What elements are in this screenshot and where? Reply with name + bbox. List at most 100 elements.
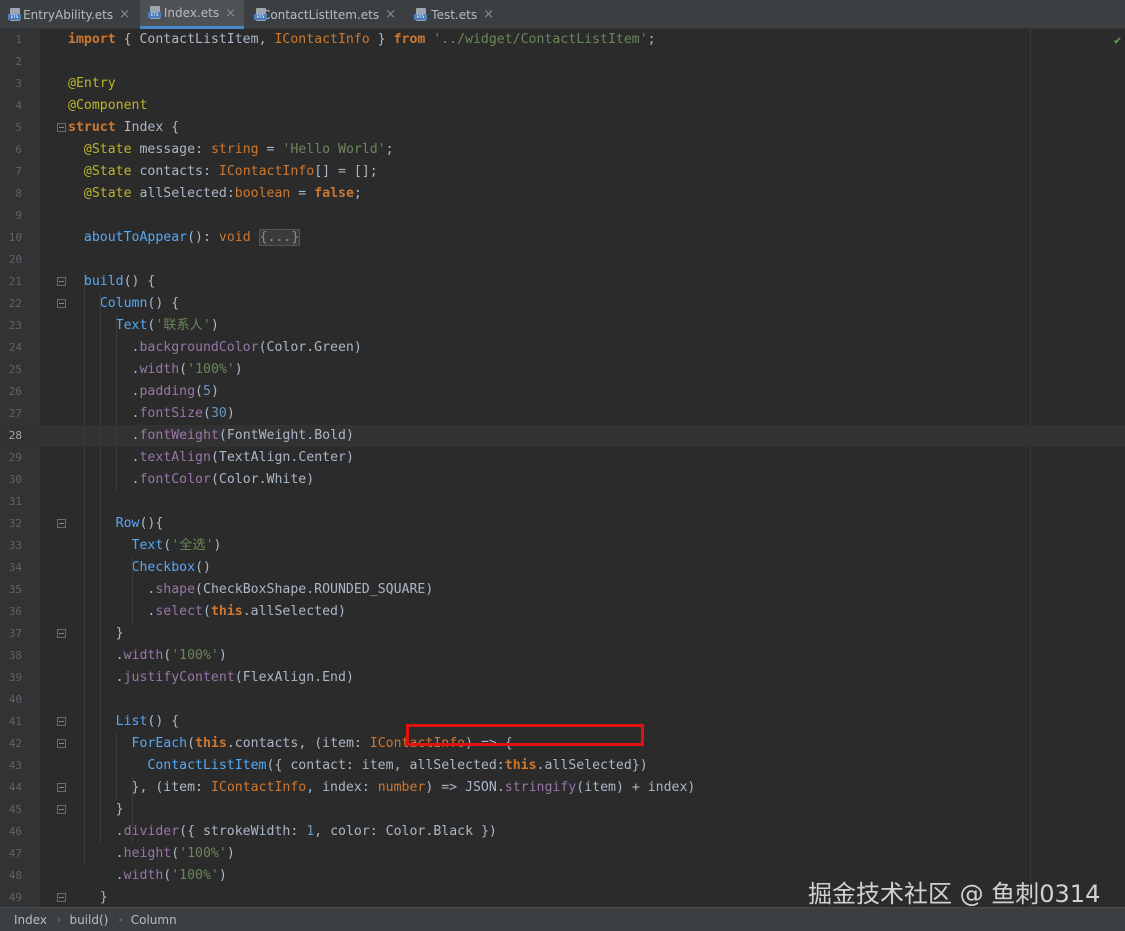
line-number: 32	[8, 517, 22, 530]
line-number: 9	[15, 209, 22, 222]
fold-icon[interactable]	[57, 277, 66, 286]
line-number: 24	[8, 341, 22, 354]
code-line[interactable]: 38 .width('100%')	[0, 645, 1125, 667]
code-line[interactable]: 1 import { ContactListItem, IContactInfo …	[0, 29, 1125, 51]
line-number: 42	[8, 737, 22, 750]
code-text: Text('全选')	[131, 538, 222, 553]
indent-guide	[84, 271, 85, 865]
line-number: 23	[8, 319, 22, 332]
code-text: build() {	[83, 274, 156, 289]
tab-index[interactable]: ETS Index.ets ×	[140, 0, 244, 29]
line-number: 34	[8, 561, 22, 574]
code-line[interactable]: 46 .divider({ strokeWidth: 1, color: Col…	[0, 821, 1125, 843]
code-text: @State contacts: IContactInfo[] = [];	[83, 164, 378, 179]
line-number: 26	[8, 385, 22, 398]
code-text: @State allSelected:boolean = false;	[83, 186, 362, 201]
code-line[interactable]: 40	[0, 689, 1125, 711]
code-text: .fontColor(Color.White)	[68, 472, 315, 487]
code-line[interactable]: 21 build() {	[0, 271, 1125, 293]
ets-file-icon: ETS	[148, 6, 161, 20]
fold-icon[interactable]	[57, 893, 66, 902]
code-text: @Component	[68, 98, 148, 113]
breadcrumb-item-column[interactable]: Column	[131, 913, 177, 927]
editor-tab-bar: ETS EntryAbility.ets × ETS Index.ets × E…	[0, 0, 1125, 29]
fold-icon[interactable]	[57, 299, 66, 308]
code-line[interactable]: 3 @Entry	[0, 73, 1125, 95]
code-line[interactable]: 47 .height('100%')	[0, 843, 1125, 865]
code-line[interactable]: 5 struct Index {	[0, 117, 1125, 139]
line-number: 46	[8, 825, 22, 838]
code-line[interactable]: 43 ContactListItem({ contact: item, allS…	[0, 755, 1125, 777]
code-line[interactable]: 29 .textAlign(TextAlign.Center)	[0, 447, 1125, 469]
code-line[interactable]: 37 }	[0, 623, 1125, 645]
code-text: }	[68, 626, 124, 641]
code-line[interactable]: 2	[0, 51, 1125, 73]
line-number: 25	[8, 363, 22, 376]
code-line[interactable]: 35 .shape(CheckBoxShape.ROUNDED_SQUARE)	[0, 579, 1125, 601]
fold-icon[interactable]	[57, 629, 66, 638]
code-line[interactable]: 26 .padding(5)	[0, 381, 1125, 403]
close-icon[interactable]: ×	[119, 7, 130, 22]
check-icon[interactable]: ✔	[1114, 33, 1121, 47]
code-line[interactable]: 34 Checkbox()	[0, 557, 1125, 579]
code-text: .justifyContent(FlexAlign.End)	[68, 670, 354, 685]
close-icon[interactable]: ×	[225, 6, 236, 21]
code-line[interactable]: 8 @State allSelected:boolean = false;	[0, 183, 1125, 205]
code-line[interactable]: 7 @State contacts: IContactInfo[] = [];	[0, 161, 1125, 183]
code-editor[interactable]: 1 import { ContactListItem, IContactInfo …	[0, 29, 1125, 907]
ets-file-icon: ETS	[414, 7, 427, 22]
code-line[interactable]: 23 Text('联系人')	[0, 315, 1125, 337]
line-number: 28	[8, 429, 22, 442]
annotation-highlight-box	[406, 724, 644, 746]
fold-icon[interactable]	[57, 123, 66, 132]
code-line[interactable]: 24 .backgroundColor(Color.Green)	[0, 337, 1125, 359]
code-line[interactable]: 32 Row(){	[0, 513, 1125, 535]
chevron-right-icon: ›	[57, 913, 62, 926]
code-line[interactable]: 20	[0, 249, 1125, 271]
line-number: 41	[8, 715, 22, 728]
tab-test[interactable]: ETS Test.ets ×	[406, 0, 502, 29]
line-number: 21	[8, 275, 22, 288]
fold-icon[interactable]	[57, 805, 66, 814]
code-line[interactable]: 6 @State message: string = 'Hello World'…	[0, 139, 1125, 161]
breadcrumb-item-build[interactable]: build()	[69, 913, 108, 927]
code-line[interactable]: 31	[0, 491, 1125, 513]
code-line[interactable]: 10 aboutToAppear(): void {...}	[0, 227, 1125, 249]
code-line[interactable]: 28 .fontWeight(FontWeight.Bold)	[0, 425, 1125, 447]
code-text: }	[68, 802, 124, 817]
code-text: struct Index {	[68, 120, 180, 135]
code-line[interactable]: 36 .select(this.allSelected)	[0, 601, 1125, 623]
tab-contactlistitem[interactable]: ETS ContactListItem.ets ×	[246, 0, 404, 29]
code-line[interactable]: 44 }, (item: IContactInfo, index: number…	[0, 777, 1125, 799]
code-line[interactable]: 25 .width('100%')	[0, 359, 1125, 381]
code-text: @State message: string = 'Hello World';	[83, 142, 394, 157]
fold-icon[interactable]	[57, 783, 66, 792]
code-text: .select(this.allSelected)	[68, 604, 346, 619]
code-line[interactable]: 39 .justifyContent(FlexAlign.End)	[0, 667, 1125, 689]
code-text: ContactListItem({ contact: item, allSele…	[147, 758, 648, 773]
close-icon[interactable]: ×	[483, 7, 494, 22]
chevron-right-icon: ›	[118, 913, 123, 926]
code-line[interactable]: 33 Text('全选')	[0, 535, 1125, 557]
code-text: .shape(CheckBoxShape.ROUNDED_SQUARE)	[68, 582, 434, 597]
code-text: .height('100%')	[68, 846, 235, 861]
code-line[interactable]: 27 .fontSize(30)	[0, 403, 1125, 425]
line-number: 31	[8, 495, 22, 508]
tab-label: Test.ets	[431, 7, 478, 22]
code-line[interactable]: 9	[0, 205, 1125, 227]
indent-guide	[132, 557, 133, 623]
line-number: 1	[15, 33, 22, 46]
code-text: .padding(5)	[68, 384, 219, 399]
breadcrumb-item-index[interactable]: Index	[14, 913, 47, 927]
tab-entryability[interactable]: ETS EntryAbility.ets ×	[0, 0, 138, 29]
fold-icon[interactable]	[57, 519, 66, 528]
close-icon[interactable]: ×	[385, 7, 396, 22]
code-line[interactable]: 30 .fontColor(Color.White)	[0, 469, 1125, 491]
fold-icon[interactable]	[57, 739, 66, 748]
code-line[interactable]: 4 @Component	[0, 95, 1125, 117]
fold-icon[interactable]	[57, 717, 66, 726]
code-line[interactable]: 22 Column() {	[0, 293, 1125, 315]
code-text: @Entry	[68, 76, 116, 91]
line-number: 5	[15, 121, 22, 134]
code-line[interactable]: 45 }	[0, 799, 1125, 821]
